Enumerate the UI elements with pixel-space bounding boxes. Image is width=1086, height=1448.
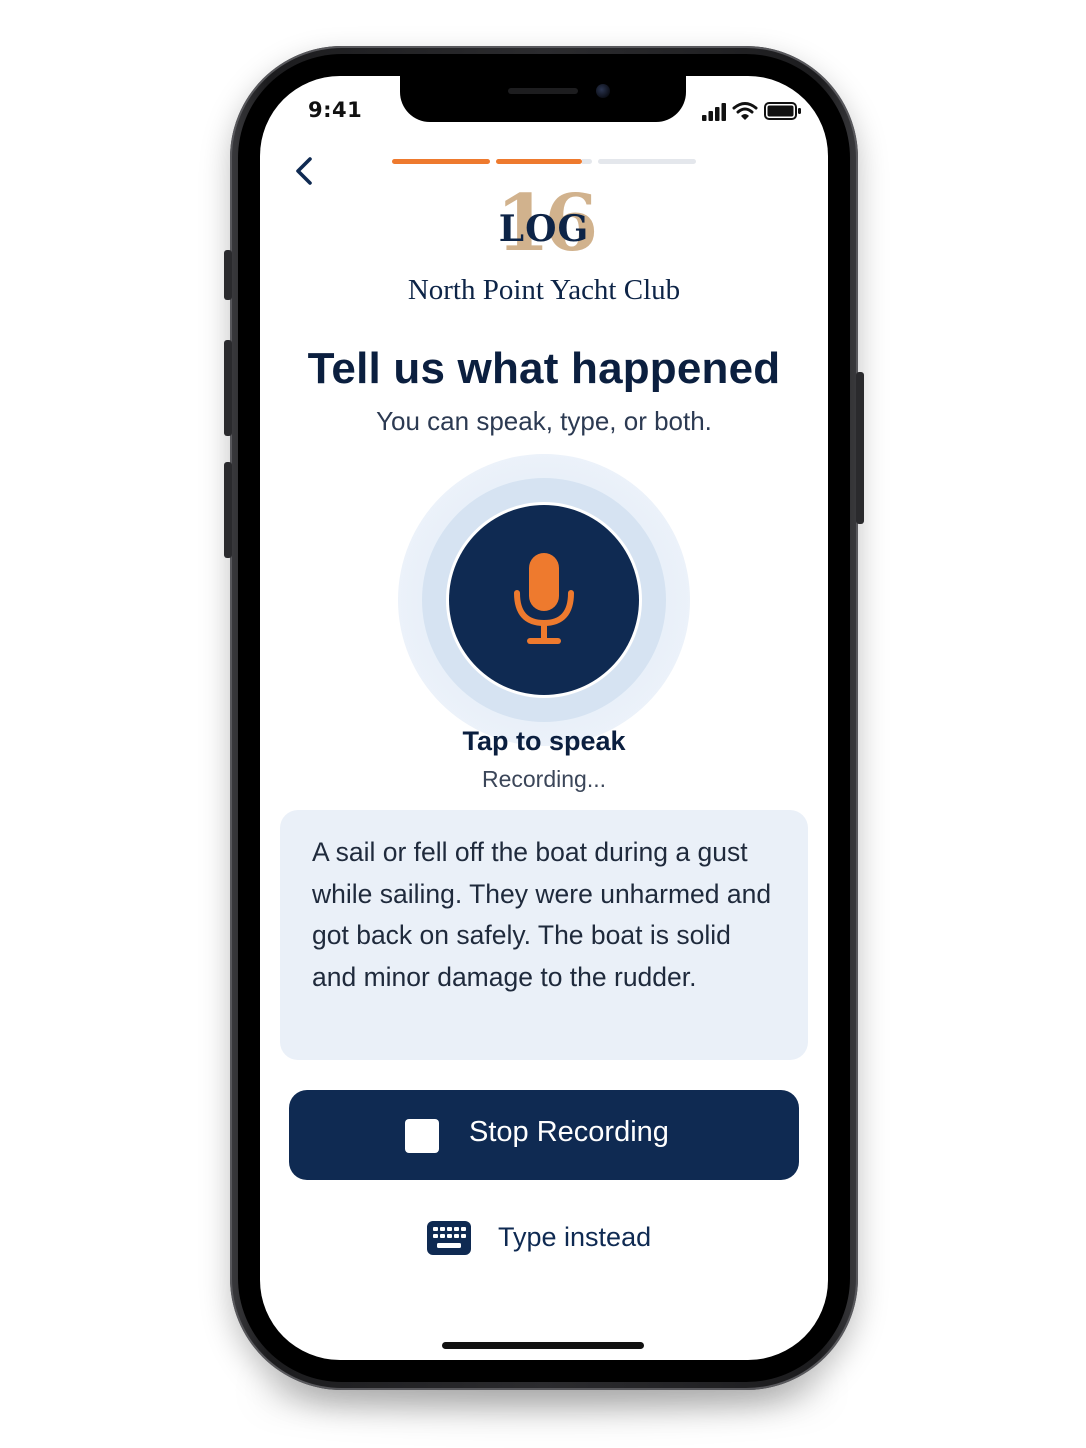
stop-recording-label: Stop Recording	[469, 1116, 669, 1148]
app-screen: 9:41 16 LOG North Point Yacht Club Tell …	[260, 76, 828, 1360]
notch	[400, 76, 686, 122]
progress-step-3	[598, 159, 696, 164]
club-name: North Point Yacht Club	[407, 274, 681, 306]
mic-button[interactable]	[449, 505, 639, 695]
transcript-text: A sail or fell off the boat during a gus…	[312, 837, 772, 992]
page-subtitle: You can speak, type, or both.	[376, 406, 712, 436]
power-button	[856, 372, 864, 524]
microphone-icon	[514, 553, 574, 644]
earpiece-speaker	[508, 88, 578, 94]
type-instead-label: Type instead	[498, 1222, 652, 1252]
status-time: 9:41	[308, 98, 363, 122]
silent-switch	[224, 250, 232, 300]
progress-step-1	[392, 159, 490, 164]
progress-step-2-remainder	[582, 159, 592, 164]
club-logo: 16 LOG	[260, 182, 828, 266]
status-icons	[672, 100, 802, 124]
mockup-stage: 9:41 16 LOG North Point Yacht Club Tell …	[0, 0, 1086, 1448]
transcript-box: A sail or fell off the boat during a gus…	[280, 810, 808, 1060]
wifi-icon	[732, 102, 758, 120]
logo-wordmark: LOG	[498, 208, 590, 250]
progress-step-2	[496, 159, 582, 164]
page-title: Tell us what happened	[307, 344, 781, 393]
keyboard-icon	[427, 1221, 471, 1255]
recording-status: Recording...	[481, 766, 606, 792]
battery-icon	[764, 102, 801, 120]
front-camera	[596, 84, 610, 98]
cellular-signal-icon	[702, 103, 726, 121]
volume-up-button	[224, 340, 232, 436]
stop-recording-button[interactable]: Stop Recording	[289, 1090, 799, 1180]
stop-square-icon	[405, 1119, 439, 1153]
mic-action-label: Tap to speak	[462, 726, 626, 756]
mic-control	[398, 454, 690, 746]
type-instead-button[interactable]: Type instead	[420, 1216, 670, 1262]
home-indicator[interactable]	[442, 1342, 644, 1349]
volume-down-button	[224, 462, 232, 558]
